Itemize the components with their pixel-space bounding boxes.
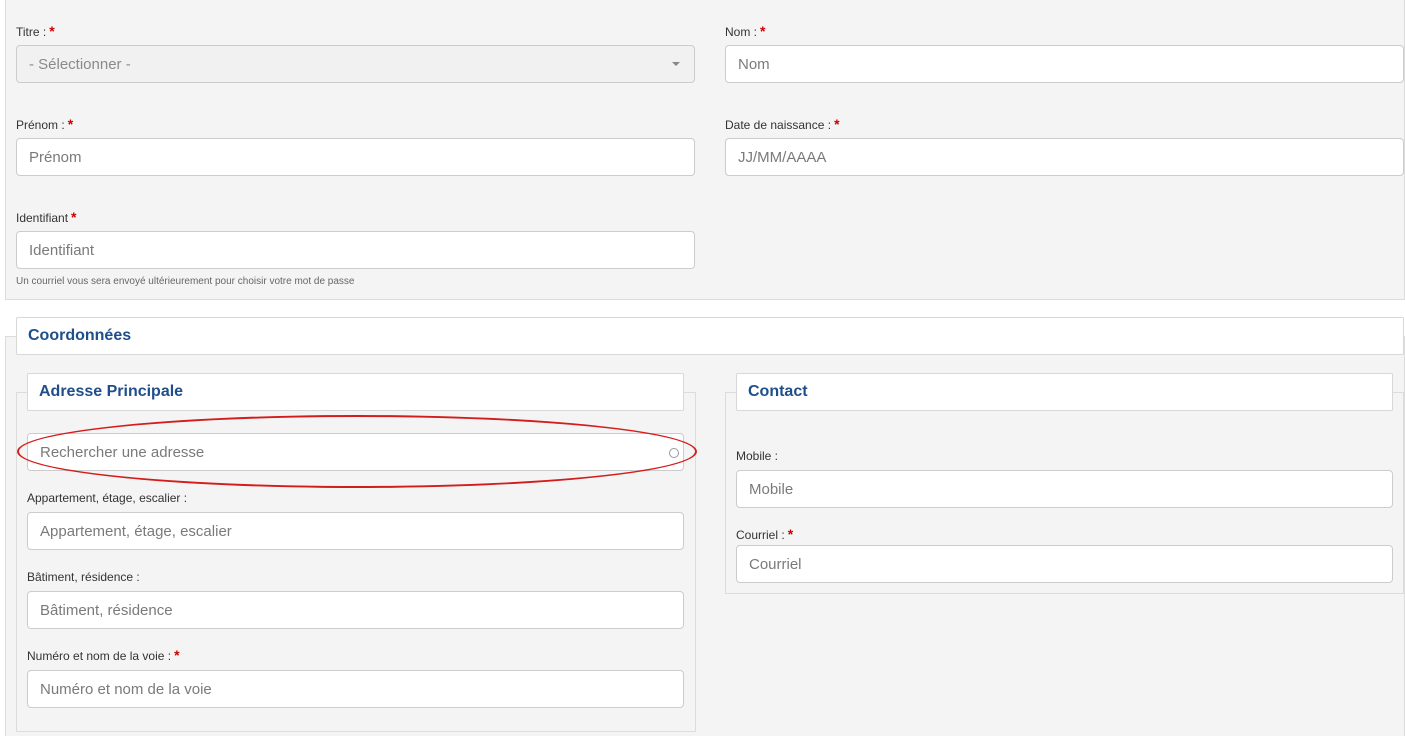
street-input[interactable] bbox=[27, 670, 684, 708]
contact-header: Contact bbox=[736, 373, 1393, 411]
title-label: Titre : * bbox=[16, 23, 55, 39]
required-mark: * bbox=[67, 116, 74, 132]
required-mark: * bbox=[834, 116, 840, 132]
apt-label: Appartement, étage, escalier : bbox=[27, 491, 188, 505]
identifiant-label: Identifiant * bbox=[16, 209, 77, 225]
coordonnees-title: Coordonnées bbox=[28, 327, 132, 344]
mobile-label: Mobile : bbox=[736, 449, 779, 463]
required-mark: * bbox=[760, 23, 766, 39]
coordonnees-header: Coordonnées bbox=[16, 317, 1404, 355]
address-header: Adresse Principale bbox=[27, 373, 684, 411]
street-label: Numéro et nom de la voie : * bbox=[27, 647, 180, 663]
chevron-down-icon bbox=[672, 62, 680, 66]
nom-input[interactable] bbox=[725, 45, 1404, 83]
title-select[interactable]: - Sélectionner - bbox=[16, 45, 695, 83]
title-select-value: - Sélectionner - bbox=[29, 55, 131, 73]
loading-spinner-icon bbox=[669, 448, 679, 458]
required-mark: * bbox=[787, 526, 794, 542]
email-input[interactable] bbox=[736, 545, 1393, 583]
mobile-input[interactable] bbox=[736, 470, 1393, 508]
prenom-input[interactable] bbox=[16, 138, 695, 176]
required-mark: * bbox=[71, 209, 77, 225]
address-search-input[interactable] bbox=[27, 433, 684, 471]
email-label: Courriel : * bbox=[736, 526, 794, 542]
identifiant-input[interactable] bbox=[16, 231, 695, 269]
birthdate-label: Date de naissance : * bbox=[725, 116, 840, 132]
contact-title: Contact bbox=[748, 383, 808, 400]
address-title: Adresse Principale bbox=[39, 383, 184, 400]
prenom-label: Prénom : * bbox=[16, 116, 74, 132]
apt-input[interactable] bbox=[27, 512, 684, 550]
birthdate-input[interactable] bbox=[725, 138, 1404, 176]
building-label: Bâtiment, résidence : bbox=[27, 570, 140, 584]
required-mark: * bbox=[174, 647, 180, 663]
building-input[interactable] bbox=[27, 591, 684, 629]
required-mark: * bbox=[49, 23, 55, 39]
identifiant-help-text: Un courriel vous sera envoyé ultérieurem… bbox=[16, 276, 355, 287]
nom-label: Nom : * bbox=[725, 23, 766, 39]
